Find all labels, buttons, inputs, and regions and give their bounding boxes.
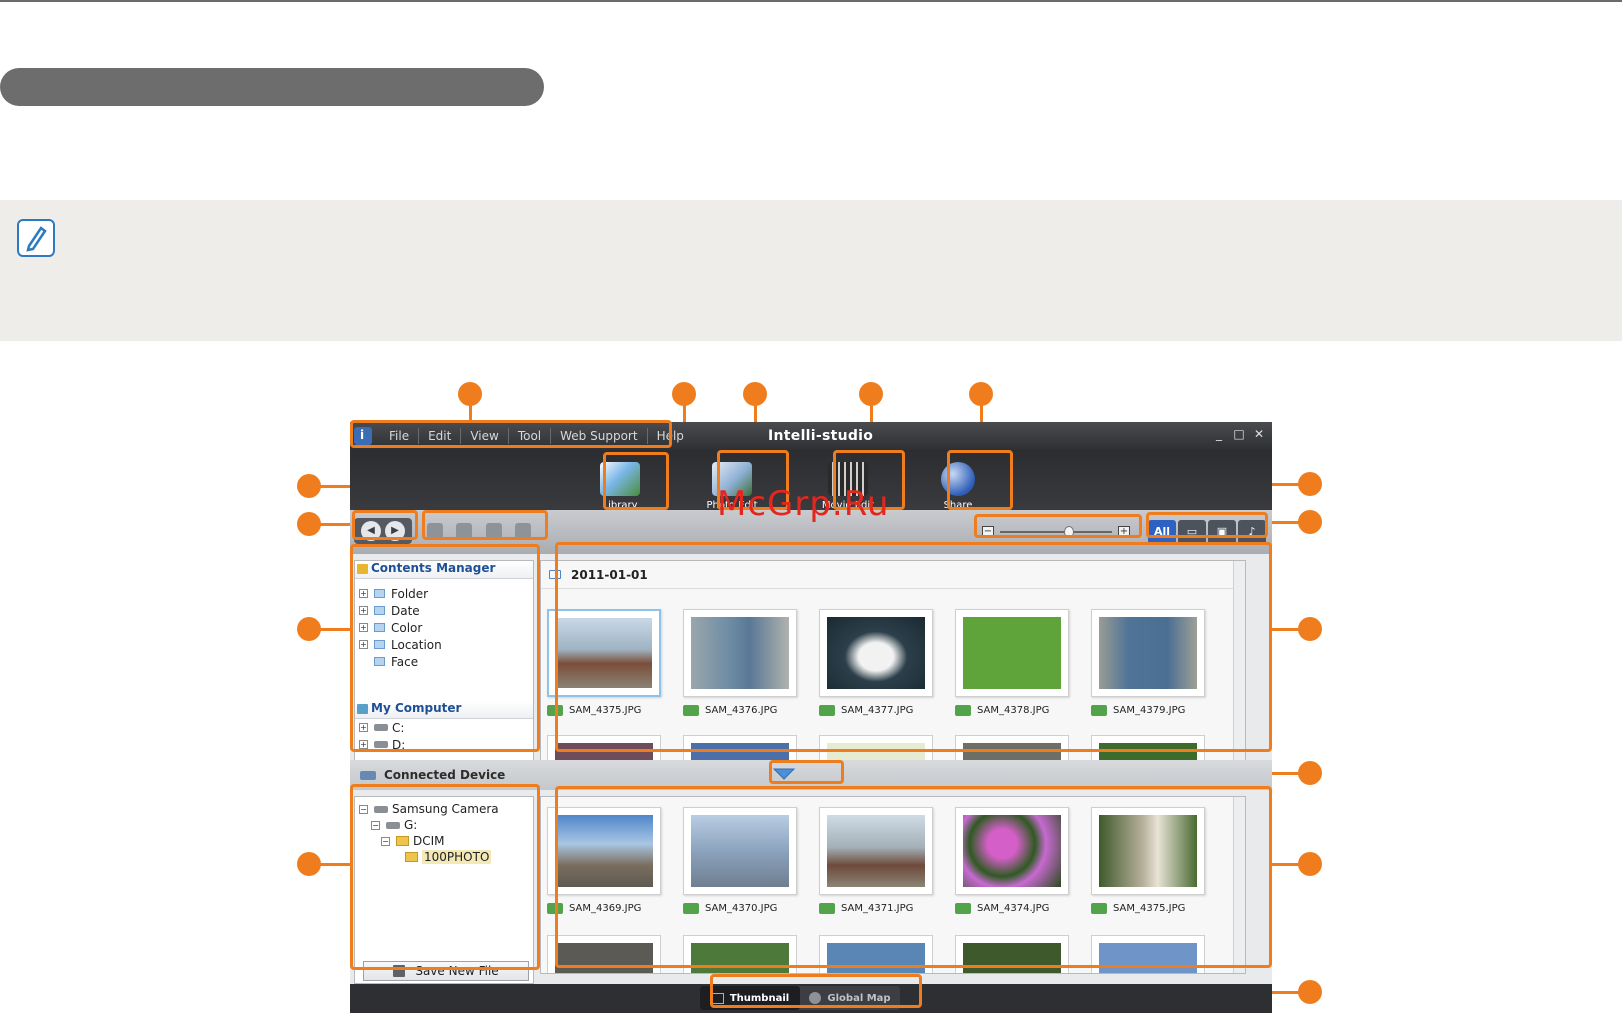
callout-line: [319, 523, 353, 526]
close-button[interactable]: ✕: [1252, 427, 1266, 441]
callout-marker-1: [458, 382, 482, 406]
note-box: [0, 200, 1622, 341]
callout-marker-5: [969, 382, 993, 406]
highlight-library-panel: [555, 542, 1272, 752]
callout-marker-3: [743, 382, 767, 406]
callout-marker-15: [1298, 980, 1322, 1004]
maximize-button[interactable]: □: [1232, 427, 1246, 441]
callout-marker-4: [859, 382, 883, 406]
callout-line: [1270, 628, 1300, 631]
callout-line: [1270, 863, 1300, 866]
callout-marker-10: [1298, 472, 1322, 496]
callout-marker-7: [297, 512, 321, 536]
callout-marker-14: [1298, 852, 1322, 876]
highlight-nav-buttons: [352, 510, 418, 540]
highlight-collapse-button: [769, 760, 844, 784]
callout-line: [319, 863, 353, 866]
minimize-button[interactable]: _: [1212, 427, 1226, 441]
highlight-file-filter: [1146, 512, 1268, 538]
callout-marker-8: [297, 617, 321, 641]
callout-marker-9: [297, 852, 321, 876]
callout-line: [319, 628, 353, 631]
callout-marker-2: [672, 382, 696, 406]
manual-page: File Edit View Tool Web Support Help Int…: [0, 0, 1622, 1013]
highlight-quick-tools: [422, 510, 548, 540]
callout-line: [1268, 521, 1300, 524]
highlight-contents-manager: [350, 544, 540, 752]
connected-device-label: Connected Device: [360, 768, 505, 782]
highlight-share-button: [947, 450, 1013, 510]
top-rule: [0, 0, 1622, 2]
highlight-device-tree: [350, 784, 540, 970]
highlight-device-panel: [555, 786, 1272, 968]
app-title: Intelli-studio: [768, 428, 874, 444]
callout-marker-6: [297, 474, 321, 498]
callout-marker-12: [1298, 617, 1322, 641]
callout-marker-11: [1298, 510, 1322, 534]
camera-device-icon: [360, 770, 376, 780]
highlight-view-tabs: [710, 974, 922, 1008]
note-pencil-icon: [17, 219, 55, 257]
callout-marker-13: [1298, 761, 1322, 785]
window-controls: _ □ ✕: [1212, 427, 1266, 441]
section-heading-bar: [0, 68, 544, 106]
watermark: McGrp.Ru: [717, 484, 890, 524]
highlight-menu-bar: [350, 420, 672, 448]
highlight-zoom-control: [974, 514, 1142, 538]
highlight-library-button: [603, 452, 669, 510]
